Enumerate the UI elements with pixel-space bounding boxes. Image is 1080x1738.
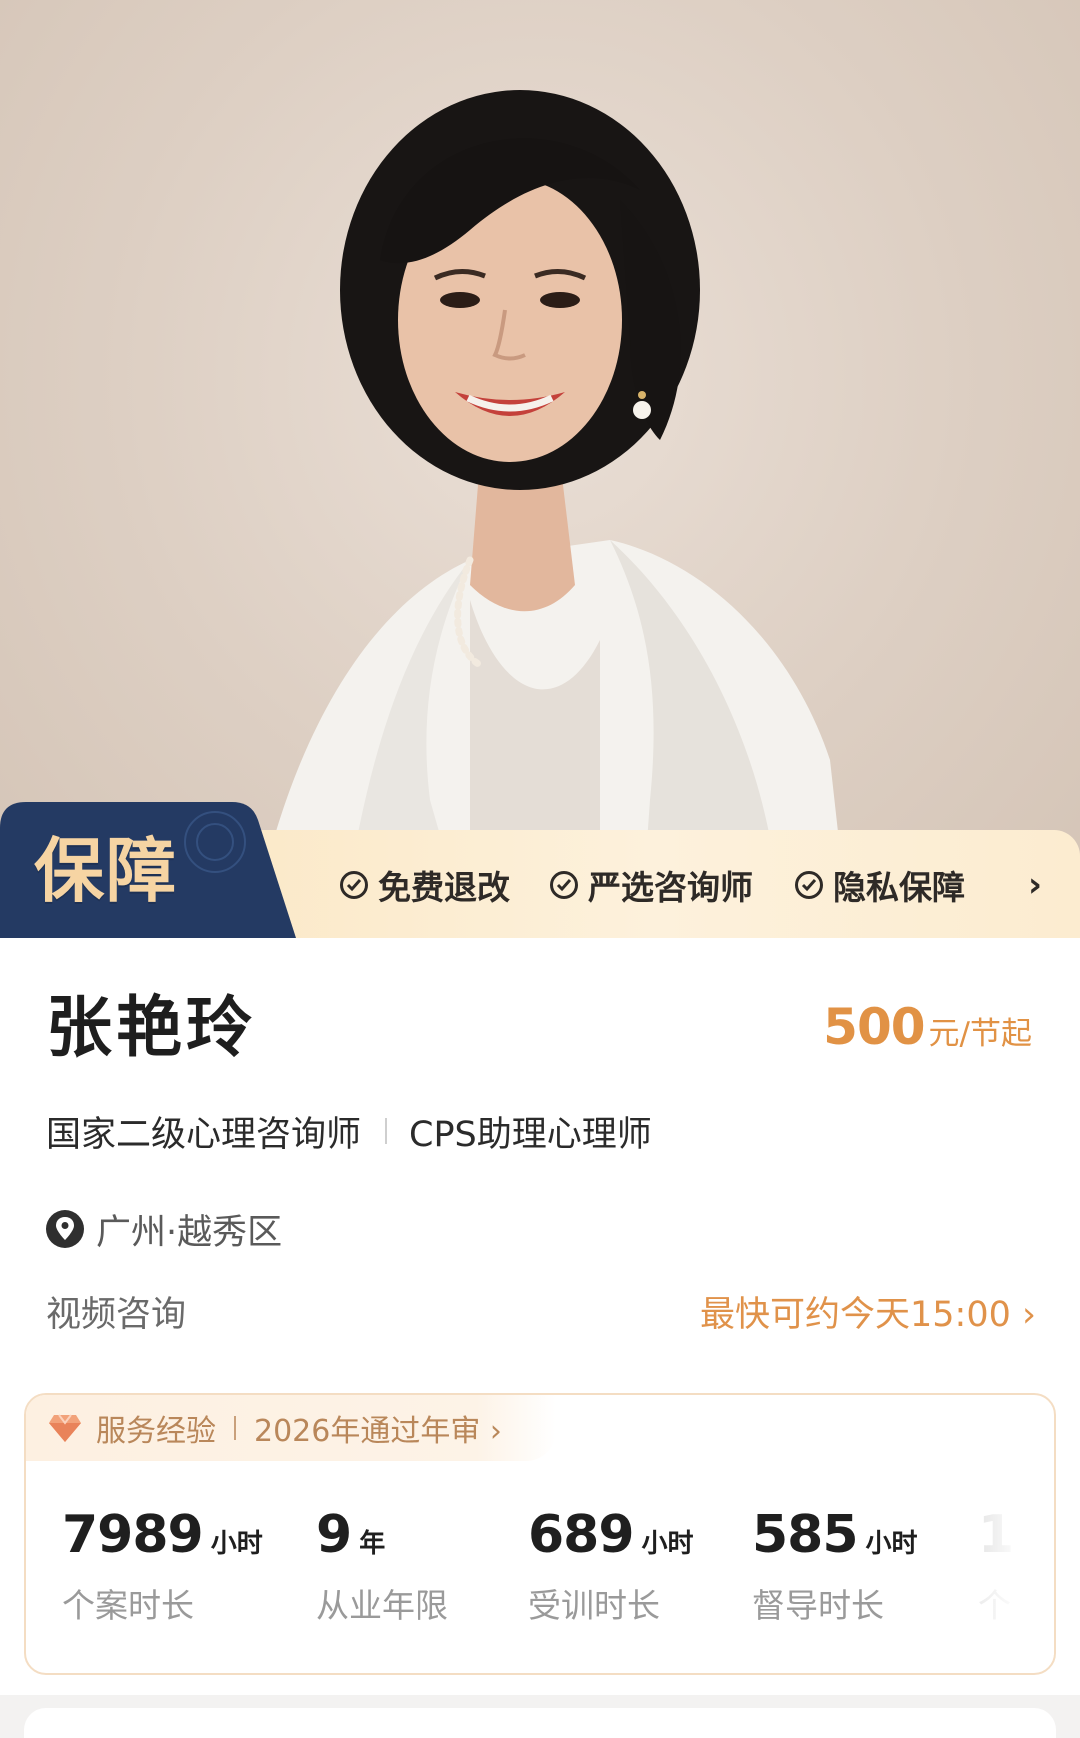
counselor-portrait [0, 0, 1080, 940]
guarantee-banner[interactable]: 保障 免费退改 严选咨询师 隐私保障 › [0, 800, 1080, 938]
stat-value: 7989 [62, 1505, 204, 1565]
price-value: 500 [823, 998, 925, 1056]
guarantee-badge-label: 保障 [34, 830, 178, 912]
check-circle-icon [550, 871, 578, 899]
stat-unit: 小时 [641, 1529, 694, 1559]
stat-label: 从业年限 [316, 1586, 448, 1625]
stat-unit: 小时 [210, 1529, 263, 1559]
counselor-profile-page: 保障 免费退改 严选咨询师 隐私保障 › 张艳玲 500 元/节起 国家二级心理… [0, 0, 1080, 1738]
gem-icon [49, 1414, 81, 1442]
guarantee-item-label: 严选咨询师 [588, 868, 753, 907]
location: 广州·越秀区 [44, 1204, 282, 1254]
stat-unit: 年 [359, 1529, 386, 1559]
stat-item: 689 小时 受训时长 [528, 1505, 694, 1655]
qualification-item: 国家二级心理咨询师 [46, 1114, 362, 1155]
experience-header[interactable]: 服务经验 2026年通过年审 › [26, 1395, 556, 1461]
stat-unit: 小时 [865, 1529, 918, 1559]
guarantee-item-label: 隐私保障 [833, 868, 965, 907]
stat-item: 9 年 从业年限 [316, 1505, 448, 1655]
annual-audit-link: 2026年通过年审 › [254, 1414, 502, 1449]
guarantee-item-label: 免费退改 [378, 868, 510, 907]
stat-label: 督导时长 [752, 1586, 884, 1625]
scroll-fade [938, 1505, 1054, 1655]
qualification-list: 国家二级心理咨询师 CPS助理心理师 [46, 1106, 652, 1156]
location-pin-icon [46, 1210, 84, 1248]
soonest-availability-link[interactable]: 最快可约今天15:00 › [700, 1290, 1036, 1340]
next-section-card [24, 1708, 1056, 1738]
counselor-info-section: 张艳玲 500 元/节起 国家二级心理咨询师 CPS助理心理师 广州·越秀区 视… [0, 938, 1080, 1738]
divider [234, 1416, 236, 1440]
experience-stats: 7989 小时 个案时长 9 年 从业年限 689 小时 受训时长 585 小时… [26, 1505, 1054, 1655]
check-circle-icon [340, 871, 368, 899]
guarantee-item-privacy[interactable]: 隐私保障 [795, 855, 965, 915]
stat-item: 7989 小时 个案时长 [62, 1505, 263, 1655]
stat-value: 9 [316, 1505, 352, 1565]
price: 500 元/节起 [823, 998, 1032, 1068]
divider [385, 1118, 388, 1144]
consultation-mode: 视频咨询 [46, 1295, 187, 1335]
stat-label: 个案时长 [62, 1586, 194, 1625]
stat-item: 585 小时 督导时长 [752, 1505, 918, 1655]
experience-label: 服务经验 [96, 1414, 216, 1449]
chevron-right-icon[interactable]: › [1028, 855, 1042, 915]
stat-label: 受训时长 [528, 1586, 660, 1625]
guarantee-item-selected-counselor[interactable]: 严选咨询师 [550, 855, 753, 915]
check-circle-icon [795, 871, 823, 899]
service-experience-card: 服务经验 2026年通过年审 › 7989 小时 个案时长 9 年 从业年限 6… [24, 1393, 1056, 1675]
location-text: 广州·越秀区 [96, 1212, 283, 1253]
qualification-item: CPS助理心理师 [409, 1114, 652, 1155]
price-unit: 元/节起 [928, 1016, 1032, 1052]
stat-value: 689 [528, 1505, 635, 1565]
guarantee-item-free-refund[interactable]: 免费退改 [340, 855, 510, 915]
counselor-name: 张艳玲 [46, 989, 256, 1066]
stat-value: 585 [752, 1505, 859, 1565]
